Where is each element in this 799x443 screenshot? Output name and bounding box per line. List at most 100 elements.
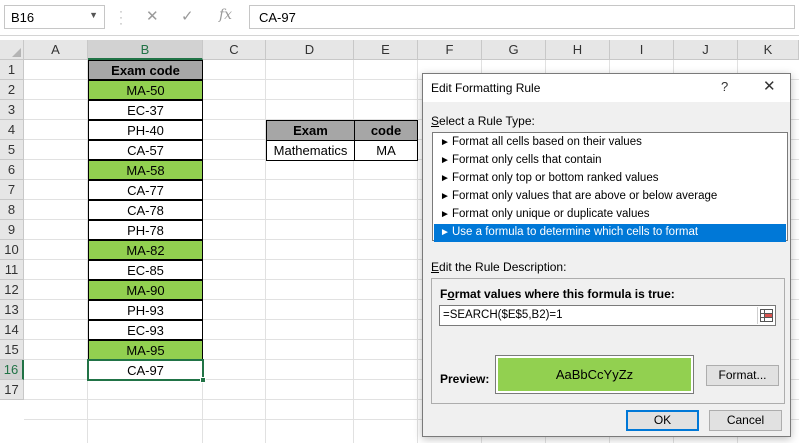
rule-type-list[interactable]: ► Format all cells based on their values … (432, 132, 788, 242)
rule-type-item[interactable]: ► Format only unique or duplicate values (434, 206, 786, 224)
help-icon[interactable]: ? (721, 79, 728, 94)
arrow-right-icon: ► (440, 227, 450, 238)
exam-header-cell[interactable]: Exam (266, 120, 355, 141)
ok-button[interactable]: OK (626, 410, 699, 431)
row-header-9[interactable]: 9 (0, 220, 24, 240)
code-header-cell[interactable]: code (354, 120, 418, 141)
column-header-g[interactable]: G (482, 40, 546, 60)
rule-type-item[interactable]: ► Format only top or bottom ranked values (434, 170, 786, 188)
arrow-right-icon: ► (440, 209, 450, 220)
rule-type-item-selected[interactable]: ► Use a formula to determine which cells … (434, 224, 786, 242)
rule-type-label: Format only cells that contain (452, 154, 602, 166)
arrow-right-icon: ► (440, 191, 450, 202)
row-header-4[interactable]: 4 (0, 120, 24, 140)
gridline (417, 60, 418, 443)
select-all-button[interactable] (0, 40, 24, 60)
column-header-c[interactable]: C (203, 40, 266, 60)
exam-code-cell[interactable]: PH-78 (88, 220, 203, 240)
cancel-icon[interactable]: ✕ (146, 7, 159, 25)
exam-code-cell[interactable]: PH-40 (88, 120, 203, 140)
arrow-right-icon: ► (440, 155, 450, 166)
rule-type-label: Use a formula to determine which cells t… (452, 226, 699, 238)
access-key: S (431, 114, 440, 128)
label-text: dit the Rule Description: (439, 260, 567, 274)
select-rule-type-label: Select a Rule Type: (431, 114, 535, 128)
enter-icon[interactable]: ✓ (181, 7, 194, 25)
row-header-5[interactable]: 5 (0, 140, 24, 160)
column-header-a[interactable]: A (24, 40, 88, 60)
rule-type-item[interactable]: ► Format only values that are above or be… (434, 188, 786, 206)
row-header-16[interactable]: 16 (0, 360, 24, 380)
exam-code-cell[interactable]: PH-93 (88, 300, 203, 320)
cancel-button[interactable]: Cancel (709, 410, 782, 431)
column-header-d[interactable]: D (266, 40, 354, 60)
rule-formula-input[interactable]: =SEARCH($E$5,B2)=1 (439, 305, 776, 326)
exam-code-cell[interactable]: MA-50 (88, 80, 203, 100)
row-header-12[interactable]: 12 (0, 280, 24, 300)
fill-handle[interactable] (200, 377, 206, 383)
column-header-e[interactable]: E (354, 40, 418, 60)
exam-code-cell[interactable]: MA-95 (88, 340, 203, 360)
row-header-10[interactable]: 10 (0, 240, 24, 260)
exam-code-cell[interactable]: EC-37 (88, 100, 203, 120)
exam-code-header-cell[interactable]: Exam code (88, 60, 203, 80)
rule-type-label: Format all cells based on their values (452, 136, 642, 148)
chevron-down-icon[interactable]: ▼ (89, 10, 98, 20)
row-header-2[interactable]: 2 (0, 80, 24, 100)
exam-value-cell[interactable]: Mathematics (266, 140, 355, 161)
range-select-icon (760, 309, 773, 322)
exam-code-cell[interactable]: EC-93 (88, 320, 203, 340)
insert-function-icon[interactable]: fx (219, 7, 232, 23)
edit-rule-description-label: Edit the Rule Description: (431, 260, 566, 274)
name-box-value: B16 (11, 10, 35, 25)
exam-code-cell[interactable]: CA-78 (88, 200, 203, 220)
dialog-title: Edit Formatting Rule (431, 81, 541, 95)
grip-icon: · · · (119, 4, 123, 30)
rule-type-label: Format only values that are above or bel… (452, 190, 718, 202)
exam-code-cell[interactable]: CA-77 (88, 180, 203, 200)
rule-type-item[interactable]: ► Format all cells based on their values (434, 134, 786, 152)
column-header-j[interactable]: J (674, 40, 738, 60)
arrow-right-icon: ► (440, 137, 450, 148)
rule-formula-text: =SEARCH($E$5,B2)=1 (443, 309, 563, 321)
rule-type-label: Format only unique or duplicate values (452, 208, 650, 220)
preview-box: AaBbCcYyZz (495, 355, 694, 394)
exam-code-cell[interactable]: MA-82 (88, 240, 203, 260)
dialog-title-bar[interactable]: Edit Formatting Rule ? ✕ (423, 74, 790, 102)
column-header-f[interactable]: F (418, 40, 482, 60)
formula-bar: B16 ▼ · · · ✕ ✓ fx CA-97 (0, 0, 799, 36)
exam-code-cell[interactable]: EC-85 (88, 260, 203, 280)
format-button[interactable]: Format... (706, 365, 779, 386)
row-header-14[interactable]: 14 (0, 320, 24, 340)
row-header-6[interactable]: 6 (0, 160, 24, 180)
column-header-h[interactable]: H (546, 40, 610, 60)
formula-label: Format values where this formula is true… (440, 287, 675, 301)
close-icon[interactable]: ✕ (763, 77, 776, 95)
row-header-3[interactable]: 3 (0, 100, 24, 120)
row-header-11[interactable]: 11 (0, 260, 24, 280)
row-header-15[interactable]: 15 (0, 340, 24, 360)
row-header-17[interactable]: 17 (0, 380, 24, 400)
access-key: o (447, 287, 455, 301)
exam-code-cell[interactable]: MA-90 (88, 280, 203, 300)
rule-type-item[interactable]: ► Format only cells that contain (434, 152, 786, 170)
collapse-dialog-button[interactable] (757, 307, 774, 324)
label-text: rmat values where this formula is true: (454, 287, 675, 301)
row-header-8[interactable]: 8 (0, 200, 24, 220)
name-box[interactable]: B16 ▼ (4, 5, 105, 29)
gridline (353, 60, 354, 443)
column-header-i[interactable]: I (610, 40, 674, 60)
label-text: elect a Rule Type: (439, 114, 535, 128)
row-header-7[interactable]: 7 (0, 180, 24, 200)
row-header-13[interactable]: 13 (0, 300, 24, 320)
code-value-cell[interactable]: MA (354, 140, 418, 161)
rule-type-label: Format only top or bottom ranked values (452, 172, 659, 184)
formula-input[interactable]: CA-97 (249, 5, 795, 29)
gridline (265, 60, 266, 443)
column-header-k[interactable]: K (738, 40, 799, 60)
column-header-b[interactable]: B (88, 40, 203, 60)
exam-code-cell[interactable]: MA-58 (88, 160, 203, 180)
exam-code-cell[interactable]: CA-57 (88, 140, 203, 160)
preview-label: Preview: (440, 372, 490, 386)
row-header-1[interactable]: 1 (0, 60, 24, 80)
